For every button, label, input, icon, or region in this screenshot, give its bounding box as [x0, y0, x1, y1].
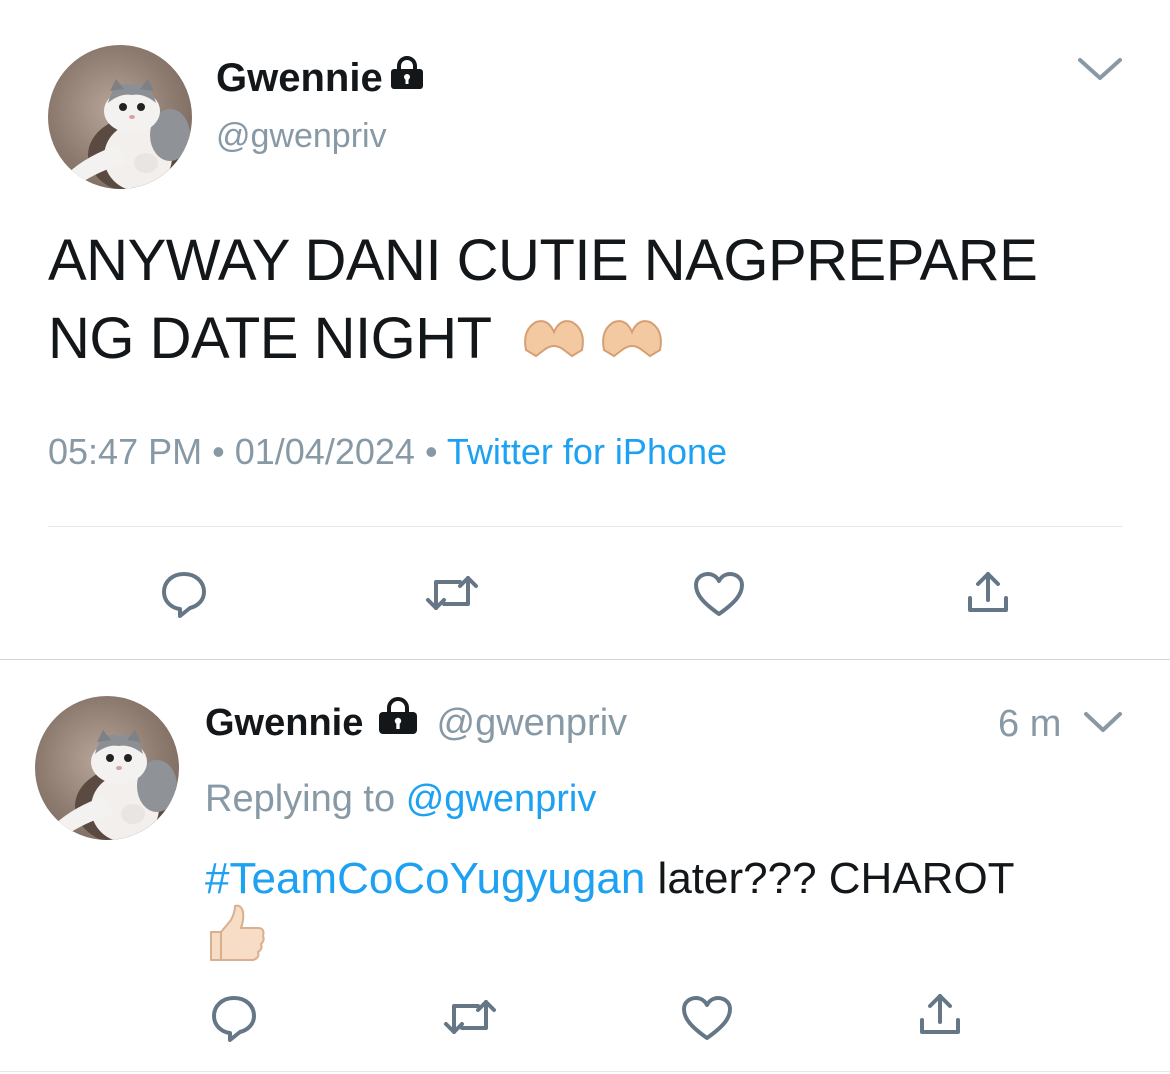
avatar[interactable] [48, 45, 192, 189]
share-icon[interactable] [916, 990, 964, 1038]
reply-icon[interactable] [208, 992, 260, 1044]
separator-dot: • [424, 431, 438, 472]
hashtag-link[interactable]: #TeamCoCoYugyugan [205, 854, 645, 903]
display-name-row: Gwennie [216, 55, 426, 101]
share-icon[interactable] [964, 568, 1012, 616]
lock-icon [376, 697, 420, 746]
replying-handle-link[interactable]: @gwenpriv [406, 778, 597, 820]
tweet-age: 6 m [998, 703, 1062, 745]
tweet-text: ANYWAY DANI CUTIE NAGPREPARE NG DATE NIG… [48, 222, 1128, 382]
avatar[interactable] [35, 696, 179, 840]
timestamp-row: 05:47 PM • 01/04/2024 • Twitter for iPho… [48, 430, 727, 474]
chevron-down-icon[interactable] [1082, 710, 1124, 741]
reply-body: later??? CHAROT [657, 854, 1015, 903]
display-name[interactable]: Gwennie [205, 702, 363, 744]
reply-header: Gwennie @gwenpriv [205, 697, 628, 746]
section-divider [0, 659, 1170, 660]
cat-photo [55, 730, 179, 840]
divider [48, 526, 1122, 527]
replying-to: Replying to @gwenpriv [205, 776, 596, 822]
handle[interactable]: @gwenpriv [216, 116, 387, 156]
cat-photo [68, 79, 192, 189]
reply-text: #TeamCoCoYugyugan later??? CHAROT [205, 850, 1125, 908]
chevron-down-icon[interactable] [1076, 56, 1124, 89]
like-icon[interactable] [692, 570, 746, 618]
handle[interactable]: @gwenpriv [437, 702, 628, 744]
retweet-icon[interactable] [424, 570, 480, 616]
reply-icon[interactable] [158, 568, 210, 620]
heart-hands-emoji [518, 304, 668, 382]
display-name[interactable]: Gwennie [216, 56, 383, 100]
thumbs-up-emoji [205, 902, 267, 969]
replying-prefix: Replying to [205, 778, 396, 820]
tweet-source-link[interactable]: Twitter for iPhone [447, 431, 727, 472]
separator-dot: • [212, 431, 225, 472]
bottom-divider [0, 1071, 1170, 1072]
lock-icon [388, 54, 426, 100]
tweet-time: 05:47 PM [48, 431, 203, 472]
tweet-date: 01/04/2024 [234, 431, 415, 472]
retweet-icon[interactable] [442, 994, 498, 1040]
like-icon[interactable] [680, 994, 734, 1042]
